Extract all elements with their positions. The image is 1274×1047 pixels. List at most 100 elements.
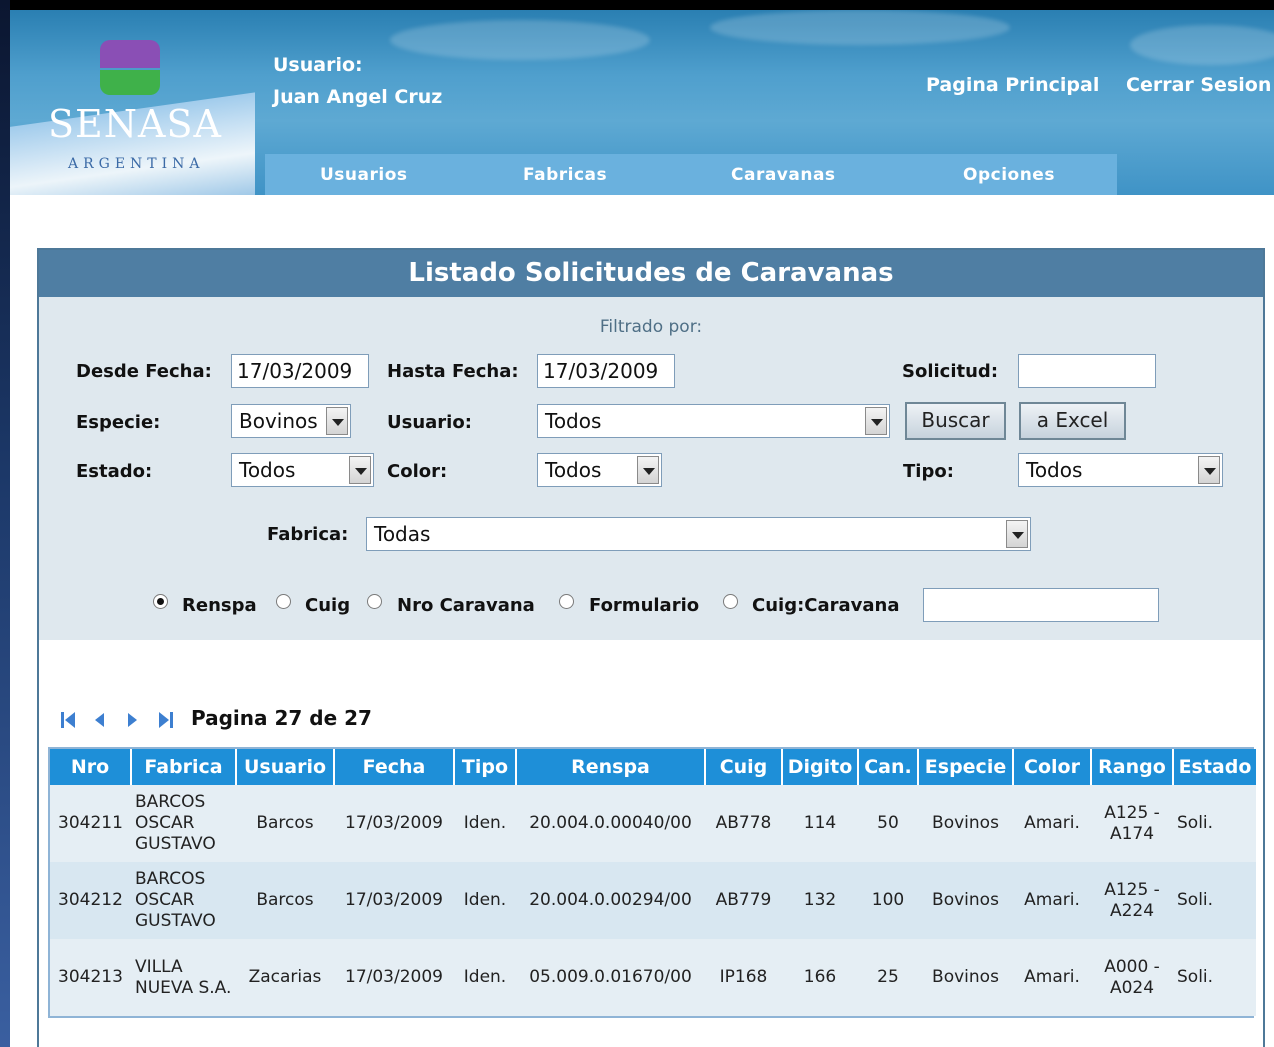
- cell-color: Amari.: [1013, 785, 1091, 862]
- search-text-input[interactable]: [923, 588, 1159, 622]
- tipo-select[interactable]: Todos: [1018, 453, 1223, 487]
- cell-color: Amari.: [1013, 862, 1091, 939]
- cell-nro: 304213: [50, 939, 131, 1016]
- estado-label: Estado:: [76, 461, 153, 482]
- results-table: Nro Fabrica Usuario Fecha Tipo Renspa Cu…: [48, 747, 1256, 1018]
- cell-estado: Soli.: [1173, 862, 1256, 939]
- cell-tipo: Iden.: [454, 939, 516, 1016]
- radio-cuig-caravana-label[interactable]: Cuig:Caravana: [752, 595, 900, 616]
- radio-cuig-caravana[interactable]: [723, 594, 738, 609]
- cell-tipo: Iden.: [454, 862, 516, 939]
- nav-opciones[interactable]: Opciones: [963, 165, 1055, 185]
- fabrica-select[interactable]: Todas: [366, 517, 1031, 551]
- buscar-button[interactable]: Buscar: [905, 402, 1006, 440]
- window-left-border: [0, 0, 10, 1047]
- chevron-down-icon[interactable]: [326, 407, 348, 435]
- site-header: SENASA ARGENTINA Usuario: Juan Angel Cru…: [10, 10, 1274, 195]
- cell-especie: Bovinos: [918, 785, 1013, 862]
- chevron-down-icon[interactable]: [1198, 456, 1220, 484]
- color-select[interactable]: Todos: [537, 453, 662, 487]
- radio-formulario-label[interactable]: Formulario: [589, 595, 699, 616]
- solicitud-input[interactable]: [1018, 354, 1156, 388]
- cell-rango: A125 - A224: [1091, 862, 1173, 939]
- first-page-icon[interactable]: [58, 710, 78, 730]
- column-header-cuig[interactable]: Cuig: [705, 749, 783, 785]
- chevron-down-icon[interactable]: [865, 407, 887, 435]
- column-header-estado[interactable]: Estado: [1173, 749, 1256, 785]
- cell-digito: 114: [782, 785, 858, 862]
- cell-fecha: 17/03/2009: [334, 785, 454, 862]
- column-header-tipo[interactable]: Tipo: [454, 749, 517, 785]
- radio-cuig[interactable]: [276, 594, 291, 609]
- nav-caravanas[interactable]: Caravanas: [731, 165, 836, 185]
- cloud-decoration: [390, 20, 650, 60]
- table-row[interactable]: 304211 BARCOS OSCAR GUSTAVO Barcos 17/03…: [50, 785, 1256, 862]
- especie-label: Especie:: [76, 412, 161, 433]
- column-header-fabrica[interactable]: Fabrica: [131, 749, 237, 785]
- home-link[interactable]: Pagina Principal: [926, 74, 1099, 96]
- hasta-fecha-label: Hasta Fecha:: [387, 361, 519, 382]
- desde-fecha-input[interactable]: 17/03/2009: [231, 354, 369, 388]
- logo-text: SENASA: [48, 102, 222, 146]
- senasa-logo[interactable]: SENASA ARGENTINA: [10, 10, 255, 195]
- cell-fabrica: BARCOS OSCAR GUSTAVO: [131, 785, 236, 862]
- cell-cantidad: 25: [858, 939, 918, 1016]
- next-page-icon[interactable]: [122, 710, 142, 730]
- cell-especie: Bovinos: [918, 939, 1013, 1016]
- cell-especie: Bovinos: [918, 862, 1013, 939]
- column-header-usuario[interactable]: Usuario: [236, 749, 335, 785]
- usuario-select[interactable]: Todos: [537, 404, 890, 438]
- radio-renspa[interactable]: [153, 594, 168, 609]
- hasta-fecha-input[interactable]: 17/03/2009: [537, 354, 675, 388]
- listado-panel: Listado Solicitudes de Caravanas Filtrad…: [37, 248, 1265, 1047]
- column-header-nro[interactable]: Nro: [50, 749, 132, 785]
- cell-fabrica: VILLA NUEVA S.A.: [131, 939, 236, 1016]
- prev-page-icon[interactable]: [90, 710, 110, 730]
- column-header-cantidad[interactable]: Can.: [858, 749, 919, 785]
- table-row[interactable]: 304213 VILLA NUEVA S.A. Zacarias 17/03/2…: [50, 939, 1256, 1016]
- cell-cuig: AB778: [705, 785, 782, 862]
- especie-value: Bovinos: [239, 409, 318, 433]
- cell-nro: 304212: [50, 862, 131, 939]
- usuario-label: Usuario:: [387, 412, 472, 433]
- logout-link[interactable]: Cerrar Sesion: [1126, 74, 1271, 96]
- cell-color: Amari.: [1013, 939, 1091, 1016]
- cell-renspa: 05.009.0.01670/00: [516, 939, 705, 1016]
- radio-formulario[interactable]: [559, 594, 574, 609]
- last-page-icon[interactable]: [156, 710, 176, 730]
- cell-rango: A000 - A024: [1091, 939, 1173, 1016]
- filtered-by-label: Filtrado por:: [599, 317, 703, 337]
- cloud-decoration: [710, 10, 1010, 45]
- estado-value: Todos: [239, 458, 296, 482]
- radio-nro-caravana[interactable]: [367, 594, 382, 609]
- table-row[interactable]: 304212 BARCOS OSCAR GUSTAVO Barcos 17/03…: [50, 862, 1256, 939]
- chevron-down-icon[interactable]: [637, 456, 659, 484]
- cell-estado: Soli.: [1173, 939, 1256, 1016]
- column-header-color[interactable]: Color: [1013, 749, 1092, 785]
- cell-nro: 304211: [50, 785, 131, 862]
- chevron-down-icon[interactable]: [1006, 520, 1028, 548]
- cell-renspa: 20.004.0.00040/00: [516, 785, 705, 862]
- column-header-fecha[interactable]: Fecha: [334, 749, 455, 785]
- estado-select[interactable]: Todos: [231, 453, 374, 487]
- chevron-down-icon[interactable]: [349, 456, 371, 484]
- solicitud-label: Solicitud:: [902, 361, 999, 382]
- radio-cuig-label[interactable]: Cuig: [305, 595, 350, 616]
- nav-usuarios[interactable]: Usuarios: [320, 165, 408, 185]
- usuario-value: Todos: [545, 409, 602, 433]
- cell-cuig: IP168: [705, 939, 782, 1016]
- column-header-renspa[interactable]: Renspa: [516, 749, 706, 785]
- cell-renspa: 20.004.0.00294/00: [516, 862, 705, 939]
- filter-area: Filtrado por: Desde Fecha: 17/03/2009 Ha…: [39, 297, 1263, 640]
- especie-select[interactable]: Bovinos: [231, 404, 351, 438]
- excel-button[interactable]: a Excel: [1019, 402, 1126, 440]
- nav-fabricas[interactable]: Fabricas: [523, 165, 607, 185]
- radio-nro-caravana-label[interactable]: Nro Caravana: [397, 595, 535, 616]
- column-header-especie[interactable]: Especie: [918, 749, 1014, 785]
- cell-digito: 166: [782, 939, 858, 1016]
- logo-mark-top: [100, 40, 160, 68]
- cell-cantidad: 100: [858, 862, 918, 939]
- column-header-rango[interactable]: Rango: [1091, 749, 1174, 785]
- column-header-digito[interactable]: Digito: [782, 749, 859, 785]
- radio-renspa-label[interactable]: Renspa: [182, 595, 257, 616]
